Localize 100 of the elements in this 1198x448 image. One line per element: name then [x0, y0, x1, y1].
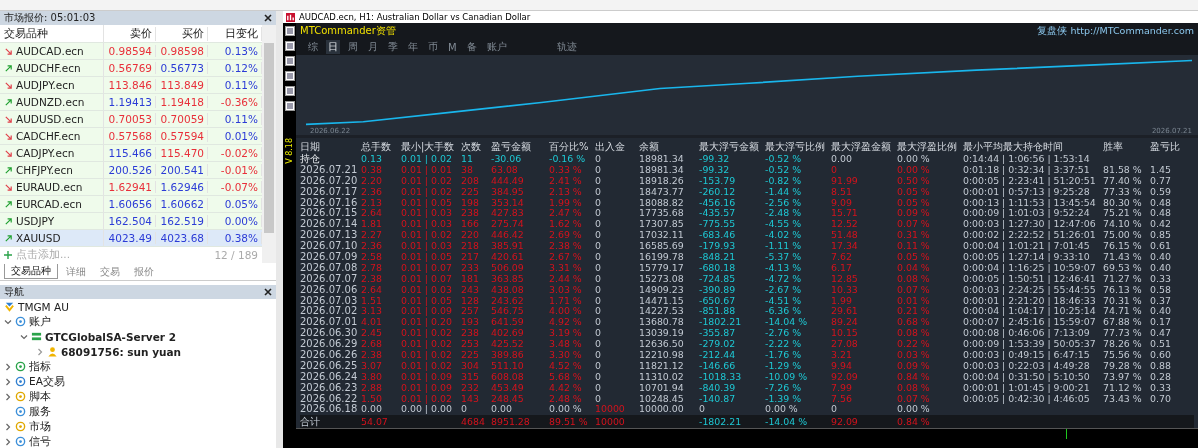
symbol-row[interactable]: XAUUSD 4023.49 4023.68 0.38%	[0, 230, 262, 247]
table-cell-text: 2.41 %	[549, 175, 583, 187]
symbol-row[interactable]: CADJPY.ecn 115.466 115.470 -0.02%	[0, 145, 262, 162]
tree-item[interactable]: 信号	[29, 434, 51, 448]
table-cell-text: 2.27	[361, 230, 383, 242]
table-cell-text: 0.68 %	[897, 317, 931, 329]
table-cell-text: 17032.11	[639, 230, 685, 242]
ask-price: 1.62946	[156, 181, 208, 193]
table-cell-text: 2.38	[361, 350, 383, 361]
symbol-row[interactable]: USDJPY 162.504 162.519 0.00%	[0, 213, 262, 230]
panel-tab[interactable]: 详细	[60, 264, 92, 279]
symbol-row[interactable]: CADCHF.ecn 0.57568 0.57594 0.01%	[0, 128, 262, 145]
period-tab[interactable]: 账户	[484, 40, 509, 54]
close-icon[interactable]	[264, 14, 272, 22]
table-cell-text: 51.48	[831, 230, 859, 242]
tree-item[interactable]: 账户	[29, 314, 51, 329]
symbol-row[interactable]: AUDCAD.ecn 0.98594 0.98598 0.13%	[0, 43, 262, 60]
column-header[interactable]: 卖价	[104, 26, 156, 41]
tree-item[interactable]: 指标	[29, 359, 51, 374]
table-cell-text: 12210.98	[639, 350, 685, 361]
table-cell-text: 2.64	[361, 208, 383, 220]
table-cell-text: -0.16 %	[549, 154, 587, 165]
symbol-name: AUDUSD.ecn	[16, 113, 84, 125]
period-tab[interactable]: 年	[406, 40, 420, 54]
table-cell-text: 3.48 %	[549, 339, 583, 351]
period-tab[interactable]: 轨迹	[554, 40, 579, 54]
table-cell-text: 持仓	[300, 154, 321, 165]
column-header: 盈亏金额	[491, 142, 532, 154]
period-tab[interactable]: M	[446, 41, 459, 53]
table-cell-text: 446.42	[491, 230, 525, 242]
ask-price: 113.849	[156, 79, 208, 91]
table-cell-text: 2.45	[361, 328, 383, 340]
table-cell-text: 0.01 | 0.05	[401, 252, 453, 263]
table-cell-text: 92.09	[831, 415, 859, 429]
column-header[interactable]: 交易品种	[0, 25, 104, 42]
table-cell-text: 12.85	[831, 273, 859, 285]
table-cell-text: 0.09 %	[897, 360, 931, 372]
table-cell-text: 2.38	[361, 273, 383, 285]
period-tab[interactable]: 币	[426, 40, 440, 54]
table-cell-text: 0	[595, 208, 602, 220]
tree-item[interactable]: 68091756: sun yuan	[61, 345, 182, 358]
column-header[interactable]: 买价	[156, 26, 208, 41]
chevron-icon[interactable]	[4, 422, 12, 431]
period-tab[interactable]: 备	[464, 40, 479, 54]
table-cell-text: 384.95	[491, 186, 525, 198]
chevron-icon[interactable]	[4, 362, 12, 371]
symbol-row[interactable]: EURAUD.ecn 1.62941 1.62946 -0.07%	[0, 179, 262, 196]
table-cell-text: 0.01 | 0.02	[401, 360, 453, 372]
table-cell-text: 3.03 %	[549, 284, 583, 296]
chevron-icon[interactable]	[4, 392, 12, 401]
symbol-row[interactable]: AUDCHF.ecn 0.56769 0.56773 0.12%	[0, 60, 262, 77]
chevron-icon[interactable]	[4, 377, 12, 386]
chevron-icon[interactable]	[36, 347, 44, 356]
table-cell-text: 1.81	[361, 219, 383, 231]
tree-item[interactable]: 市场	[29, 419, 51, 434]
chevron-icon[interactable]	[4, 437, 12, 446]
period-tab[interactable]: 日	[326, 40, 340, 54]
table-cell-text: 0.40	[1150, 262, 1172, 274]
tree-item[interactable]: GTCGlobalSA-Server 2	[45, 330, 176, 343]
period-tab[interactable]: 综	[306, 40, 320, 54]
table-cell-text: 92.09	[831, 371, 859, 383]
tree-item[interactable]: 脚本	[29, 389, 51, 404]
symbol-row[interactable]: AUDJPY.ecn 113.846 113.849 0.11%	[0, 77, 262, 94]
table-cell-text: -848.21	[699, 252, 737, 263]
symbol-name: AUDNZD.ecn	[16, 96, 85, 108]
website-link[interactable]: 复盘侠 http://MTCommander.com	[1037, 24, 1194, 38]
symbol-row[interactable]: AUDUSD.ecn 0.70053 0.70059 0.11%	[0, 111, 262, 128]
symbol-name: CHFJPY.ecn	[16, 164, 73, 176]
ask-price: 162.519	[156, 215, 208, 227]
table-cell-text: 0	[831, 164, 838, 176]
panel-tab[interactable]: 交易	[94, 264, 126, 279]
list-icon[interactable]	[284, 26, 295, 36]
column-header: 出入金	[595, 142, 626, 154]
table-cell-text: 0.70	[1150, 393, 1172, 405]
column-header: 日期	[300, 142, 321, 153]
table-cell-text: 0	[595, 306, 602, 318]
period-tab[interactable]: 月	[366, 40, 380, 54]
panel-tab[interactable]: 报价	[128, 264, 160, 279]
panel-tab[interactable]: 交易品种	[4, 264, 58, 279]
table-cell-text: -279.02	[699, 339, 737, 351]
chevron-icon[interactable]	[20, 332, 28, 341]
tree-item[interactable]: EA交易	[29, 374, 65, 389]
table-cell-text: 8.51	[831, 186, 853, 198]
table-cell-text: -10.09 %	[765, 371, 809, 383]
table-cell-text: 0.00	[491, 404, 513, 416]
table-cell-text: 0.40	[1150, 252, 1172, 263]
scrollbar[interactable]	[262, 25, 276, 263]
table-cell-text: 0.85	[1150, 230, 1172, 242]
tree-item[interactable]: TMGM AU	[18, 300, 69, 313]
symbol-row[interactable]: CHFJPY.ecn 200.526 200.541 -0.01%	[0, 162, 262, 179]
table-cell-text: 16199.78	[639, 252, 685, 263]
table-cell-text: 0	[595, 382, 602, 394]
symbol-row[interactable]: AUDNZD.ecn 1.19413 1.19418 -0.36%	[0, 94, 262, 111]
symbol-row[interactable]: EURCAD.ecn 1.60656 1.60662 0.05%	[0, 196, 262, 213]
period-tab[interactable]: 周	[346, 40, 360, 54]
period-tab[interactable]: 季	[386, 40, 400, 54]
table-cell-text: 0	[595, 317, 602, 329]
close-icon[interactable]	[264, 288, 272, 296]
chevron-icon[interactable]	[4, 317, 12, 326]
tree-item[interactable]: 服务	[29, 404, 51, 419]
